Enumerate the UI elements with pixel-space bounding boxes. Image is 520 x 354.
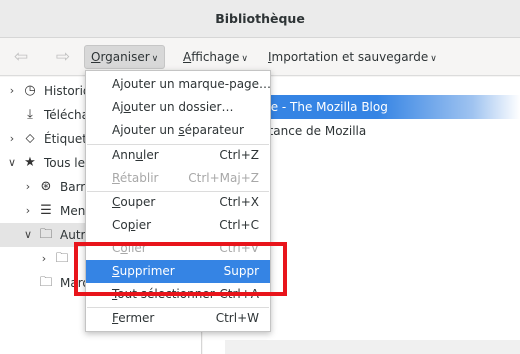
views-mnemonic: A <box>183 50 192 64</box>
chevron-right-icon[interactable]: › <box>22 175 34 199</box>
shortcut-label: Ctrl+W <box>215 311 259 325</box>
chevron-right-icon[interactable]: › <box>6 79 18 103</box>
views-label: ffichage <box>191 50 240 64</box>
menu-item-redo[interactable]: Rétablir Ctrl+Maj+Z <box>86 167 270 190</box>
tag-icon: ⬦ <box>25 131 35 146</box>
details-pane <box>225 340 520 354</box>
menu-item-add-separator[interactable]: Ajouter un séparateur <box>86 119 270 142</box>
chevron-right-icon[interactable]: › <box>6 127 18 151</box>
shortcut-label: Ctrl+Maj+Z <box>188 171 259 185</box>
chevron-down-icon[interactable]: ∨ <box>6 151 18 175</box>
forward-button[interactable]: ⇨ <box>50 46 76 68</box>
menu-item-undo[interactable]: Annuler Ctrl+Z <box>86 144 270 167</box>
window-title: Bibliothèque <box>215 11 305 26</box>
folder-icon: 🗀 <box>39 275 53 290</box>
menu-item-close[interactable]: Fermer Ctrl+W <box>86 307 270 330</box>
chevron-right-icon[interactable]: › <box>22 199 34 223</box>
title-bar: Bibliothèque <box>0 0 520 38</box>
import-backup-label: mportation et sauvegarde <box>271 50 429 64</box>
star-icon: ★ <box>24 155 36 170</box>
folder-icon: 🗀 <box>55 251 69 266</box>
forward-arrow-icon: ⇨ <box>55 47 71 67</box>
chevron-down-icon[interactable]: ∨ <box>22 223 34 247</box>
chevron-down-icon: ∨ <box>151 54 159 64</box>
menu-item-copy[interactable]: Copier Ctrl+C <box>86 214 270 237</box>
highlight-box <box>74 242 287 296</box>
back-button[interactable]: ⇦ <box>8 46 34 68</box>
clock-icon: ◷ <box>24 83 36 98</box>
views-menu-button[interactable]: Affichage ∨ <box>177 45 254 69</box>
shortcut-label: Ctrl+X <box>219 195 259 209</box>
starred-folder-icon: ⊛ <box>40 179 52 194</box>
import-backup-menu-button[interactable]: Importation et sauvegarde ∨ <box>262 45 443 69</box>
chevron-down-icon: ∨ <box>241 54 248 64</box>
chevron-down-icon: ∨ <box>430 54 437 64</box>
organize-label: rganiser <box>100 50 150 64</box>
shortcut-label: Ctrl+C <box>219 218 259 232</box>
chevron-right-icon[interactable]: › <box>38 247 50 271</box>
menu-item-add-folder[interactable]: Ajouter un dossier… <box>86 96 270 119</box>
menu-item-add-bookmark[interactable]: Ajouter un marque-page… <box>86 73 271 96</box>
back-arrow-icon: ⇦ <box>13 47 29 67</box>
organize-menu-button[interactable]: Organiser ∨ <box>84 45 166 69</box>
menu-item-cut[interactable]: Couper Ctrl+X <box>86 191 270 214</box>
list-icon: ☰ <box>40 203 52 218</box>
shortcut-label: Ctrl+Z <box>219 148 259 162</box>
download-icon: ⤓ <box>27 107 33 122</box>
folder-icon: 🗀 <box>39 227 53 242</box>
